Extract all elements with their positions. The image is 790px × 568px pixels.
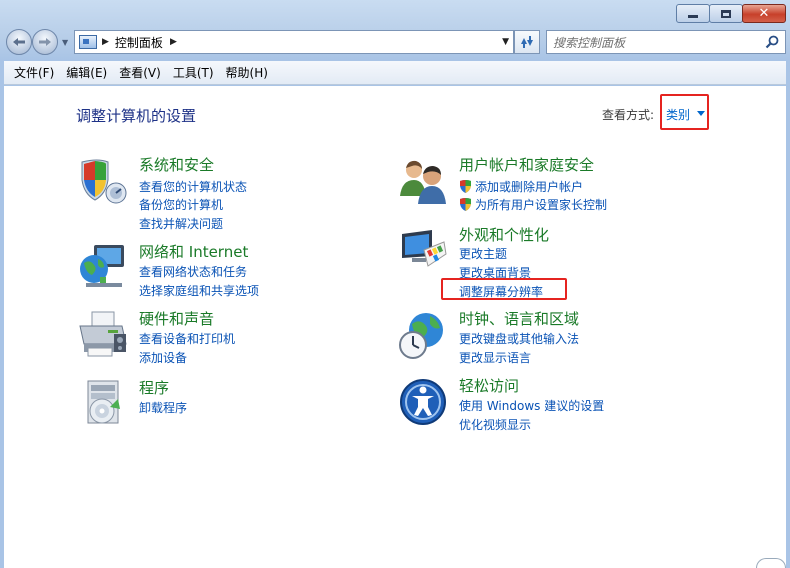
window-frame: ✕ ▼ ▶ 控制面板 ▶ ▼ 搜索控制面板 文件(F) 编辑(E) 查看(V) … xyxy=(0,0,790,568)
category-title[interactable]: 网络和 Internet xyxy=(139,241,248,262)
link-backup-computer[interactable]: 备份您的计算机 xyxy=(139,196,223,213)
back-button[interactable] xyxy=(6,29,32,55)
category-title[interactable]: 系统和安全 xyxy=(139,154,214,175)
ease-of-access-icon[interactable] xyxy=(398,377,448,427)
users-icon[interactable] xyxy=(398,156,448,206)
printer-icon[interactable] xyxy=(78,310,128,360)
link-change-display-language[interactable]: 更改显示语言 xyxy=(459,349,531,366)
link-view-network-status[interactable]: 查看网络状态和任务 xyxy=(139,263,247,280)
menu-help[interactable]: 帮助(H) xyxy=(222,64,276,81)
monitor-palette-icon[interactable] xyxy=(398,226,448,276)
highlight-box-resolution xyxy=(441,278,567,300)
link-optimize-video-display[interactable]: 优化视频显示 xyxy=(459,416,531,433)
caption-buttons: ✕ xyxy=(676,4,786,23)
recent-pages-dropdown[interactable]: ▼ xyxy=(62,38,68,47)
category-title[interactable]: 程序 xyxy=(139,377,169,398)
link-add-device[interactable]: 添加设备 xyxy=(139,349,187,366)
maximize-button[interactable] xyxy=(709,4,743,23)
refresh-button[interactable] xyxy=(514,30,540,54)
menu-edit[interactable]: 编辑(E) xyxy=(62,64,115,81)
address-dropdown-icon[interactable]: ▼ xyxy=(502,37,509,47)
search-box[interactable] xyxy=(546,30,786,54)
network-globe-icon[interactable] xyxy=(78,243,128,293)
page-title: 调整计算机的设置 xyxy=(76,107,197,125)
menu-tools[interactable]: 工具(T) xyxy=(169,64,222,81)
link-uninstall-program[interactable]: 卸载程序 xyxy=(139,399,187,416)
breadcrumb-chevron-icon[interactable]: ▶ xyxy=(170,37,177,47)
corner-decoration xyxy=(756,558,786,568)
category-title[interactable]: 硬件和声音 xyxy=(139,308,214,329)
link-troubleshoot[interactable]: 查找并解决问题 xyxy=(139,215,223,232)
arrow-left-icon xyxy=(13,38,25,46)
link-label[interactable]: 为所有用户设置家长控制 xyxy=(475,198,607,212)
link-parental-controls[interactable]: 为所有用户设置家长控制 xyxy=(459,196,607,213)
category-title[interactable]: 时钟、语言和区域 xyxy=(459,308,579,329)
breadcrumb-chevron-icon[interactable]: ▶ xyxy=(102,37,109,47)
search-input[interactable] xyxy=(553,34,753,51)
menu-file[interactable]: 文件(F) xyxy=(10,64,62,81)
menu-view[interactable]: 查看(V) xyxy=(115,64,169,81)
link-devices-printers[interactable]: 查看设备和打印机 xyxy=(139,330,235,347)
view-by-label: 查看方式: xyxy=(602,108,655,122)
programs-disc-icon[interactable] xyxy=(78,379,128,429)
search-icon[interactable] xyxy=(765,35,779,49)
link-recommended-settings[interactable]: 使用 Windows 建议的设置 xyxy=(459,397,604,414)
address-bar[interactable]: ▶ 控制面板 ▶ ▼ xyxy=(74,30,514,54)
refresh-icon xyxy=(521,36,533,48)
category-title[interactable]: 用户帐户和家庭安全 xyxy=(459,154,594,175)
uac-shield-icon xyxy=(460,198,471,211)
content-area: 调整计算机的设置 查看方式: 类别 系统和安全 查看您的计算机状态 备份您的计算… xyxy=(4,86,786,568)
category-title[interactable]: 轻松访问 xyxy=(459,375,519,396)
category-title[interactable]: 外观和个性化 xyxy=(459,224,549,245)
arrow-right-icon xyxy=(39,38,51,46)
link-label[interactable]: 添加或删除用户帐户 xyxy=(475,180,583,194)
security-shield-icon[interactable] xyxy=(78,156,128,206)
control-panel-icon xyxy=(79,35,97,49)
navigation-bar: ▼ ▶ 控制面板 ▶ ▼ xyxy=(0,26,790,60)
minimize-icon xyxy=(688,14,698,18)
breadcrumb-control-panel[interactable]: 控制面板 xyxy=(115,34,163,51)
menu-bar: 文件(F) 编辑(E) 查看(V) 工具(T) 帮助(H) xyxy=(4,61,786,85)
minimize-button[interactable] xyxy=(676,4,710,23)
close-icon: ✕ xyxy=(758,6,770,21)
link-view-computer-status[interactable]: 查看您的计算机状态 xyxy=(139,178,247,195)
forward-button[interactable] xyxy=(32,29,58,55)
close-button[interactable]: ✕ xyxy=(742,4,786,23)
link-change-theme[interactable]: 更改主题 xyxy=(459,245,507,262)
clock-globe-icon[interactable] xyxy=(398,310,448,360)
maximize-icon xyxy=(721,9,731,18)
link-homegroup-sharing[interactable]: 选择家庭组和共享选项 xyxy=(139,282,259,299)
link-change-input-method[interactable]: 更改键盘或其他输入法 xyxy=(459,330,579,347)
uac-shield-icon xyxy=(460,180,471,193)
highlight-box-view-by xyxy=(660,94,709,130)
link-add-remove-accounts[interactable]: 添加或删除用户帐户 xyxy=(459,178,583,195)
